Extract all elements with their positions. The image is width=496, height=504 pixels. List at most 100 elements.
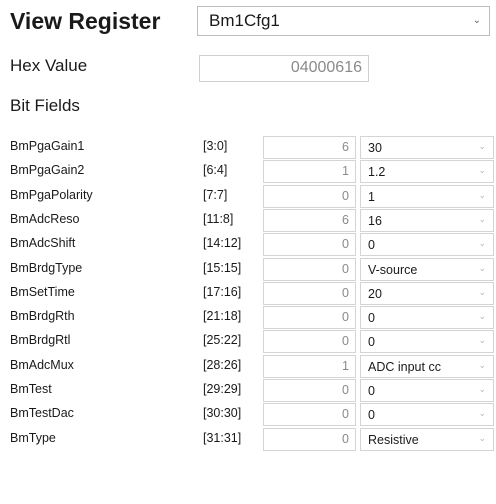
chevron-down-icon[interactable]: ⌄ (478, 287, 486, 298)
chevron-down-icon[interactable]: ⌄ (473, 15, 481, 26)
hex-value-label: Hex Value (10, 56, 88, 75)
bit-value-input[interactable]: 1 (263, 160, 356, 184)
bit-option-select[interactable]: 1 ⌄ (360, 184, 494, 208)
bit-range: [15:15] (203, 260, 242, 275)
bit-field-row: BmType [31:31] 0 Resistive ⌄ (0, 427, 496, 451)
bit-range: [28:26] (203, 357, 242, 372)
register-select-value: Bm1Cfg1 (209, 11, 280, 30)
bit-value-input[interactable]: 0 (263, 330, 356, 354)
chevron-down-icon[interactable]: ⌄ (478, 190, 486, 201)
bit-option-value: 0 (368, 384, 375, 398)
bit-range: [21:18] (203, 309, 242, 324)
bit-value-text: 0 (342, 431, 349, 446)
bit-option-select[interactable]: 0 ⌄ (360, 379, 494, 402)
bit-option-select[interactable]: 0 ⌄ (360, 403, 494, 427)
bit-field-row: BmBrdgRtl [25:22] 0 0 ⌄ (0, 330, 496, 354)
bit-field-name: BmBrdgRth (10, 309, 75, 324)
bit-option-value: 0 (368, 408, 375, 423)
bit-value-input[interactable]: 6 (263, 136, 356, 159)
bit-field-row: BmPgaPolarity [7:7] 0 1 ⌄ (0, 184, 496, 208)
bit-value-text: 0 (342, 285, 349, 300)
bit-range: [31:31] (203, 430, 242, 445)
bit-option-select[interactable]: 20 ⌄ (360, 281, 494, 305)
chevron-down-icon[interactable]: ⌄ (478, 360, 486, 371)
bit-option-select[interactable]: 0 ⌄ (360, 306, 494, 330)
bit-range: [29:29] (203, 382, 242, 396)
bit-option-value: 20 (368, 286, 382, 301)
chevron-down-icon[interactable]: ⌄ (478, 408, 486, 419)
bit-value-text: 0 (342, 261, 349, 276)
bit-value-input[interactable]: 0 (263, 184, 356, 208)
hex-value-text: 04000616 (290, 59, 362, 76)
chevron-down-icon[interactable]: ⌄ (478, 214, 486, 225)
chevron-down-icon[interactable]: ⌄ (478, 263, 486, 274)
bit-range: [17:16] (203, 284, 242, 299)
chevron-down-icon[interactable]: ⌄ (478, 141, 486, 152)
bit-value-text: 0 (342, 188, 349, 203)
bit-option-select[interactable]: V-source ⌄ (360, 257, 494, 281)
bit-option-select[interactable]: ADC input cc ⌄ (360, 354, 494, 378)
bit-option-select[interactable]: Resistive ⌄ (360, 427, 494, 451)
chevron-down-icon[interactable]: ⌄ (478, 335, 486, 346)
page-title: View Register (10, 8, 161, 34)
bit-value-input[interactable]: 0 (263, 403, 356, 427)
chevron-down-icon[interactable]: ⌄ (478, 433, 486, 444)
bit-range: [6:4] (203, 163, 228, 178)
bit-option-value: 16 (368, 213, 382, 228)
bit-range: [25:22] (203, 333, 242, 348)
bit-value-input[interactable]: 0 (263, 306, 356, 330)
bit-value-text: 1 (342, 358, 349, 373)
bit-value-input[interactable]: 0 (263, 257, 356, 281)
bit-field-row: BmAdcReso [11:8] 6 16 ⌄ (0, 208, 496, 232)
bit-range: [3:0] (203, 139, 228, 153)
bit-range: [7:7] (203, 187, 228, 202)
bit-field-name: BmPgaGain2 (10, 163, 85, 178)
bit-field-name: BmAdcShift (10, 236, 76, 251)
bit-option-select[interactable]: 30 ⌄ (360, 136, 494, 159)
bit-option-value: 0 (368, 238, 375, 253)
bit-field-name: BmSetTime (10, 284, 75, 299)
bit-field-name: BmTest (10, 382, 52, 396)
bit-range: [30:30] (203, 406, 242, 421)
bit-field-row: BmBrdgType [15:15] 0 V-source ⌄ (0, 257, 496, 281)
bit-field-row: BmTest [29:29] 0 0 ⌄ (0, 379, 496, 402)
bit-field-row: BmSetTime [17:16] 0 20 ⌄ (0, 281, 496, 305)
bit-option-value: 30 (368, 141, 382, 155)
bit-option-select[interactable]: 1.2 ⌄ (360, 160, 494, 184)
bit-field-name: BmTestDac (10, 406, 74, 421)
bit-value-input[interactable]: 6 (263, 208, 356, 232)
bit-value-input[interactable]: 0 (263, 379, 356, 402)
bit-option-value: 1 (368, 189, 375, 204)
chevron-down-icon[interactable]: ⌄ (478, 165, 486, 176)
bit-field-row: BmTestDac [30:30] 0 0 ⌄ (0, 403, 496, 427)
hex-value-field[interactable]: 04000616 (199, 55, 369, 82)
chevron-down-icon[interactable]: ⌄ (478, 384, 486, 395)
bit-field-name: BmType (10, 430, 56, 445)
bit-value-text: 6 (342, 140, 349, 154)
bit-value-input[interactable]: 0 (263, 427, 356, 451)
bit-field-row: BmAdcShift [14:12] 0 0 ⌄ (0, 233, 496, 257)
bit-option-value: ADC input cc (368, 359, 441, 374)
bit-value-text: 0 (342, 383, 349, 397)
bit-field-row: BmPgaGain1 [3:0] 6 30 ⌄ (0, 136, 496, 159)
bit-field-row: BmBrdgRth [21:18] 0 0 ⌄ (0, 306, 496, 330)
bit-value-text: 6 (342, 212, 349, 227)
bit-option-value: 1.2 (368, 165, 386, 180)
bit-value-text: 0 (342, 310, 349, 325)
bit-option-value: Resistive (368, 432, 419, 447)
bit-option-select[interactable]: 0 ⌄ (360, 233, 494, 257)
bit-value-input[interactable]: 1 (263, 354, 356, 378)
bit-range: [11:8] (203, 211, 234, 226)
bit-value-text: 0 (342, 334, 349, 349)
chevron-down-icon[interactable]: ⌄ (478, 311, 486, 322)
register-select[interactable]: Bm1Cfg1 ⌄ (197, 6, 490, 36)
bit-field-name: BmPgaPolarity (10, 187, 93, 202)
bit-option-select[interactable]: 16 ⌄ (360, 208, 494, 232)
bit-field-name: BmAdcReso (10, 211, 80, 226)
bit-value-text: 0 (342, 407, 349, 422)
chevron-down-icon[interactable]: ⌄ (478, 238, 486, 249)
bit-field-name: BmPgaGain1 (10, 139, 85, 153)
bit-value-input[interactable]: 0 (263, 233, 356, 257)
bit-option-select[interactable]: 0 ⌄ (360, 330, 494, 354)
bit-value-input[interactable]: 0 (263, 281, 356, 305)
